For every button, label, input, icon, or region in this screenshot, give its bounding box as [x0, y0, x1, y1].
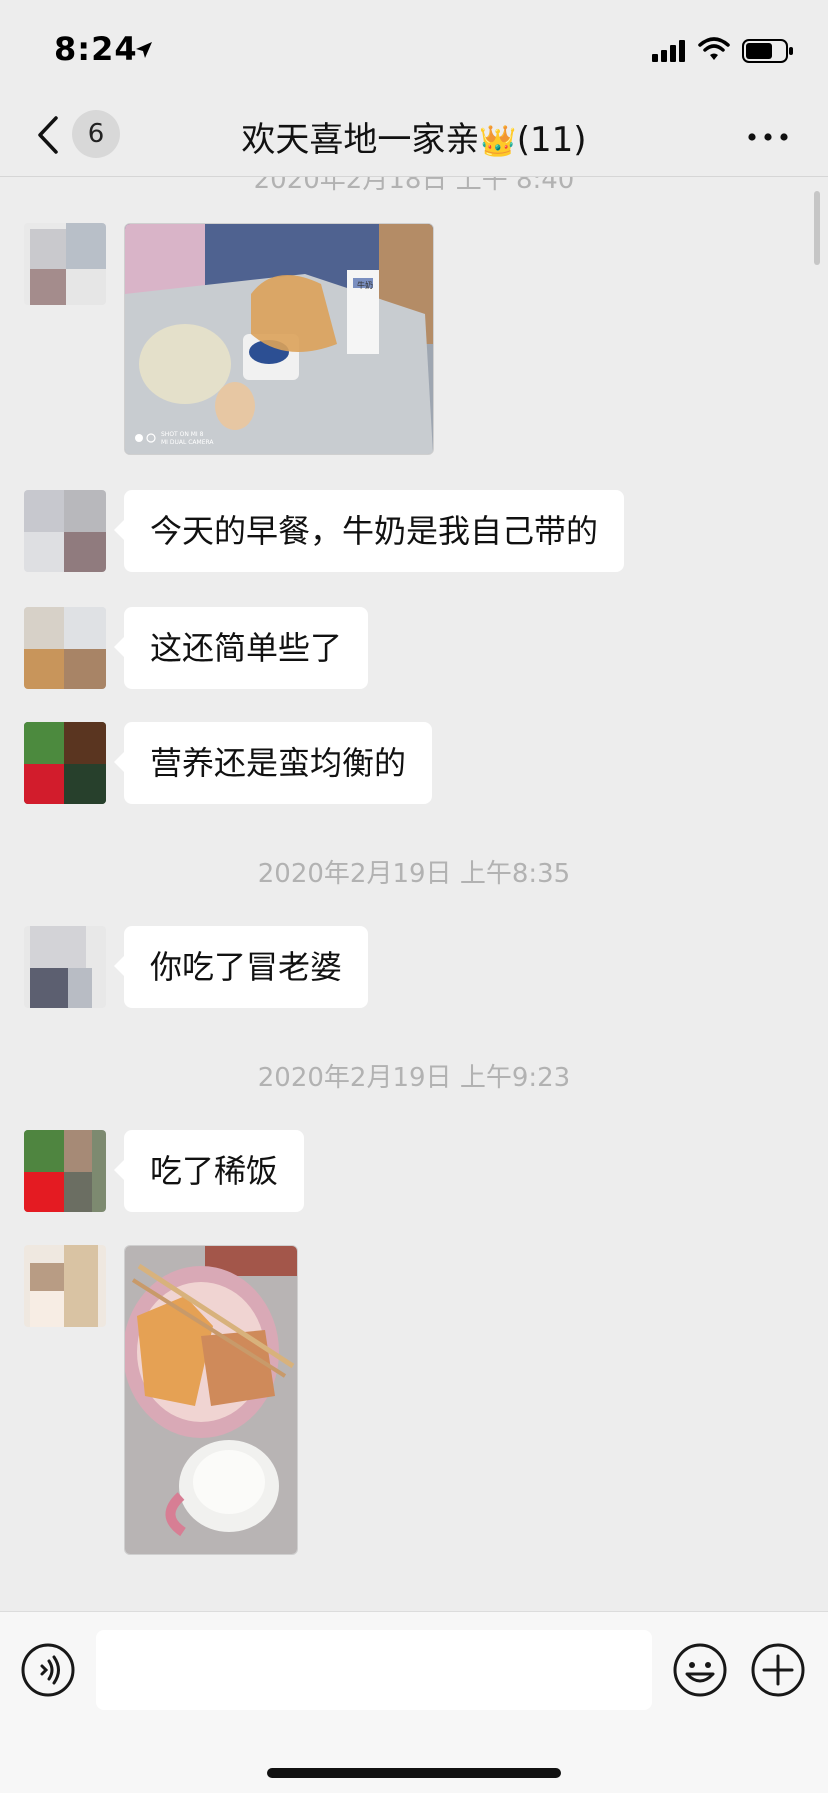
wifi-icon [698, 37, 730, 60]
more-icon[interactable] [744, 120, 792, 154]
member-count: (11) [516, 120, 587, 160]
text-message[interactable]: 吃了稀饭 [113, 1130, 305, 1212]
breakfast-photo: 牛奶 SHOT ON MI 8 MI DUAL CAMERA [125, 224, 433, 454]
home-indicator[interactable] [267, 1768, 561, 1778]
congee-photo [125, 1246, 297, 1554]
message-input[interactable] [96, 1630, 652, 1710]
timestamp: 2020年2月19日 上午9:23 [257, 1063, 571, 1093]
signal-icon [652, 40, 685, 62]
chat-title-text: 欢天喜地一家亲 [241, 120, 480, 160]
avatar[interactable] [24, 926, 106, 1008]
avatar[interactable] [24, 223, 106, 305]
status-bar: 8:24 [0, 0, 828, 96]
photo-watermark-2: MI DUAL CAMERA [161, 439, 214, 446]
scrollbar[interactable] [814, 191, 820, 265]
emoji-icon[interactable] [672, 1642, 728, 1698]
voice-icon[interactable] [20, 1642, 76, 1698]
battery-icon [742, 39, 793, 63]
image-message[interactable]: 牛奶 SHOT ON MI 8 MI DUAL CAMERA [124, 223, 434, 455]
text-message[interactable]: 今天的早餐，牛奶是我自己带的 [113, 490, 625, 572]
avatar[interactable] [24, 1245, 106, 1327]
input-bar [0, 1611, 828, 1793]
avatar[interactable] [24, 490, 106, 572]
text-message[interactable]: 这还简单些了 [113, 607, 369, 689]
carton-label: 牛奶 [357, 280, 373, 290]
timestamp: 2020年2月19日 上午8:35 [257, 859, 571, 889]
avatar[interactable] [24, 1130, 106, 1212]
chat-header: 6 欢天喜地一家亲👑(11) [0, 96, 828, 177]
image-message[interactable] [124, 1245, 298, 1555]
message-list[interactable]: 2020年2月18日 上午 8:40 牛奶 SHOT ON MI 8 MI DU… [0, 177, 828, 1611]
avatar[interactable] [24, 722, 106, 804]
avatar[interactable] [24, 607, 106, 689]
text-message[interactable]: 你吃了冒老婆 [113, 926, 369, 1008]
chat-title: 欢天喜地一家亲👑(11) [0, 112, 828, 161]
text-message[interactable]: 营养还是蛮均衡的 [113, 722, 433, 804]
crown-emoji: 👑 [479, 124, 517, 159]
photo-watermark: SHOT ON MI 8 [161, 431, 204, 438]
location-arrow-icon [136, 42, 152, 58]
plus-icon[interactable] [750, 1642, 806, 1698]
status-time: 8:24 [54, 30, 138, 68]
timestamp: 2020年2月18日 上午 8:40 [253, 177, 575, 195]
